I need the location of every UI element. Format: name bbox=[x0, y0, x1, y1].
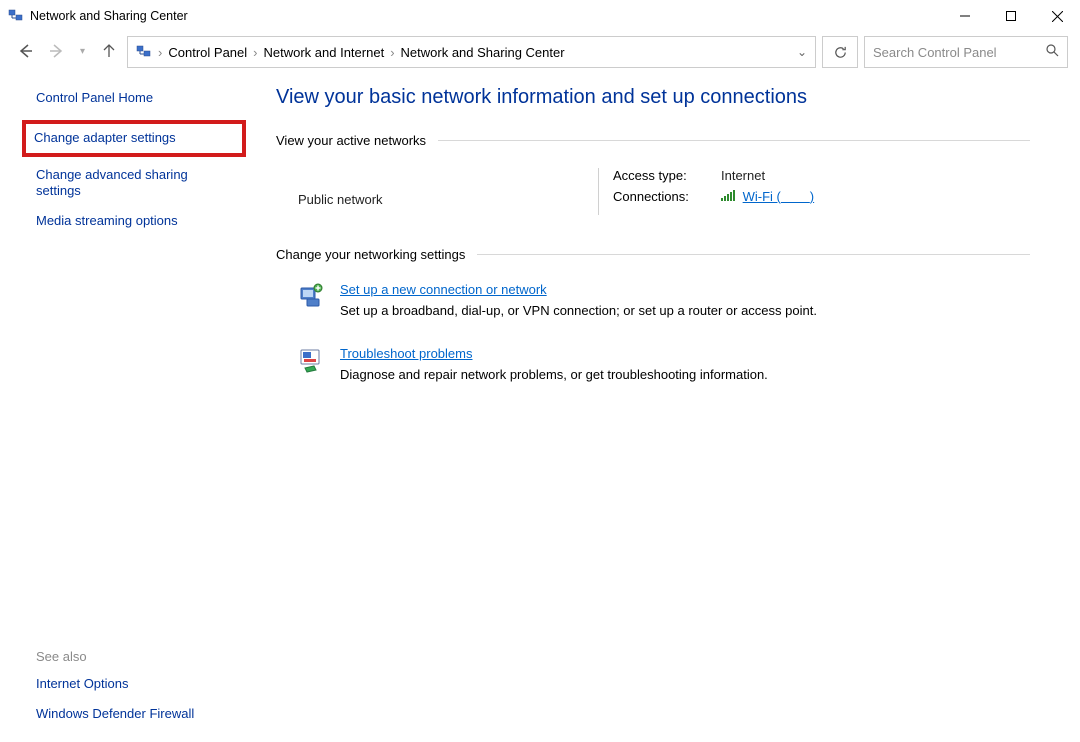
active-networks-header: View your active networks bbox=[276, 133, 1030, 148]
troubleshoot-link[interactable]: Troubleshoot problems bbox=[340, 346, 472, 361]
access-type-value: Internet bbox=[721, 168, 765, 183]
breadcrumb-sep-icon[interactable]: › bbox=[390, 45, 394, 60]
change-settings-header: Change your networking settings bbox=[276, 247, 1030, 262]
location-icon bbox=[136, 44, 152, 60]
troubleshoot-desc: Diagnose and repair network problems, or… bbox=[340, 367, 768, 382]
address-dropdown-icon[interactable]: ⌄ bbox=[797, 45, 807, 59]
wifi-signal-icon bbox=[721, 190, 735, 205]
network-details: Access type: Internet Connections: bbox=[598, 168, 814, 215]
breadcrumb-leaf[interactable]: Network and Sharing Center bbox=[401, 45, 565, 60]
setup-connection-desc: Set up a broadband, dial-up, or VPN conn… bbox=[340, 303, 817, 318]
window-root: Network and Sharing Center ▾ bbox=[0, 0, 1080, 742]
see-also-header: See also bbox=[36, 649, 228, 664]
address-bar[interactable]: › Control Panel › Network and Internet ›… bbox=[127, 36, 816, 68]
connections-value: Wi-Fi ( ) bbox=[721, 189, 814, 205]
sidebar-link-media-streaming[interactable]: Media streaming options bbox=[36, 213, 228, 229]
setup-connection-body: Set up a new connection or network Set u… bbox=[340, 282, 817, 318]
troubleshoot-body: Troubleshoot problems Diagnose and repai… bbox=[340, 346, 768, 382]
sidebar: Control Panel Home Change adapter settin… bbox=[0, 72, 248, 742]
change-settings-label: Change your networking settings bbox=[276, 247, 465, 262]
body: Control Panel Home Change adapter settin… bbox=[0, 72, 1080, 742]
maximize-button[interactable] bbox=[988, 0, 1034, 32]
setup-connection-link[interactable]: Set up a new connection or network bbox=[340, 282, 547, 297]
connection-link[interactable]: Wi-Fi ( ) bbox=[743, 189, 815, 204]
close-button[interactable] bbox=[1034, 0, 1080, 32]
up-button[interactable] bbox=[101, 42, 117, 62]
network-category: Public network bbox=[298, 192, 598, 207]
active-network-block: Public network Access type: Internet Con… bbox=[298, 168, 1030, 215]
divider bbox=[438, 140, 1030, 141]
divider bbox=[477, 254, 1030, 255]
main-content: View your basic network information and … bbox=[248, 72, 1080, 742]
window-title: Network and Sharing Center bbox=[30, 9, 188, 23]
search-icon bbox=[1046, 44, 1059, 60]
nav-buttons: ▾ bbox=[16, 42, 117, 63]
forward-button[interactable] bbox=[48, 42, 66, 63]
setup-connection-icon bbox=[298, 282, 326, 310]
search-input[interactable]: Search Control Panel bbox=[864, 36, 1068, 68]
minimize-button[interactable] bbox=[942, 0, 988, 32]
access-type-label: Access type: bbox=[613, 168, 721, 183]
window-controls bbox=[942, 0, 1080, 32]
see-also-internet-options[interactable]: Internet Options bbox=[36, 676, 228, 692]
main-heading: View your basic network information and … bbox=[276, 86, 1030, 109]
troubleshoot-item: Troubleshoot problems Diagnose and repai… bbox=[298, 346, 1030, 382]
access-type-row: Access type: Internet bbox=[613, 168, 814, 183]
breadcrumb-mid[interactable]: Network and Internet bbox=[264, 45, 385, 60]
breadcrumb-sep-icon[interactable]: › bbox=[253, 45, 257, 60]
see-also-firewall[interactable]: Windows Defender Firewall bbox=[36, 706, 228, 722]
breadcrumb-sep-icon[interactable]: › bbox=[158, 45, 162, 60]
back-button[interactable] bbox=[16, 42, 34, 63]
toolbar: ▾ › Control Panel › Network and Internet… bbox=[0, 32, 1080, 72]
sidebar-link-advanced-sharing[interactable]: Change advanced sharing settings bbox=[36, 167, 228, 200]
setup-connection-item: Set up a new connection or network Set u… bbox=[298, 282, 1030, 318]
highlight-annotation: Change adapter settings bbox=[22, 120, 246, 156]
sidebar-link-adapter-settings[interactable]: Change adapter settings bbox=[34, 130, 234, 146]
connections-row: Connections: W bbox=[613, 189, 814, 205]
app-icon bbox=[8, 8, 24, 24]
sidebar-link-home[interactable]: Control Panel Home bbox=[36, 90, 228, 106]
active-networks-label: View your active networks bbox=[276, 133, 426, 148]
title-bar: Network and Sharing Center bbox=[0, 0, 1080, 32]
network-category-block: Public network bbox=[298, 168, 598, 215]
recent-dropdown[interactable]: ▾ bbox=[80, 47, 85, 57]
breadcrumb-root[interactable]: Control Panel bbox=[168, 45, 247, 60]
connections-label: Connections: bbox=[613, 189, 721, 205]
refresh-button[interactable] bbox=[822, 36, 858, 68]
troubleshoot-icon bbox=[298, 346, 326, 374]
search-placeholder: Search Control Panel bbox=[873, 45, 997, 60]
